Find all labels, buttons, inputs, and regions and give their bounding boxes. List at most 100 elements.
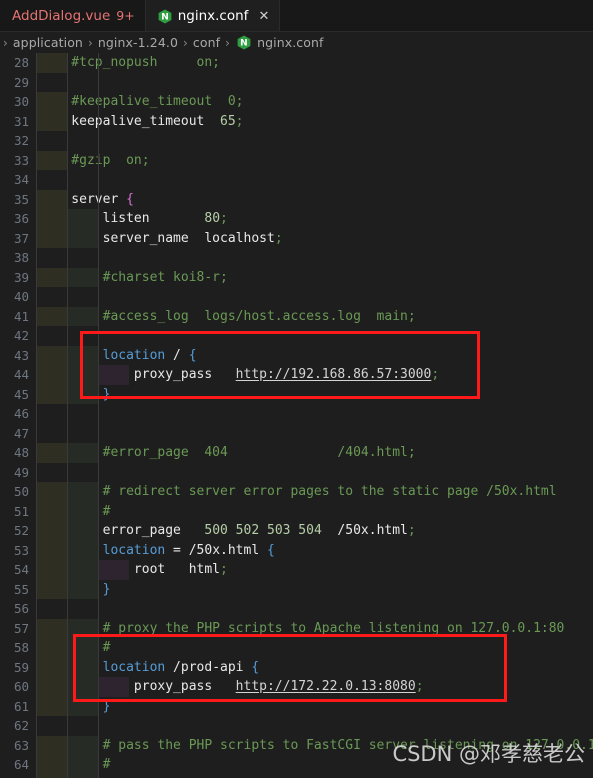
code-line-content[interactable]: #location ~ \.php$ { [36, 775, 593, 778]
code-line[interactable]: 58 # [0, 638, 593, 658]
code-line[interactable]: 46 [0, 404, 593, 424]
code-line-content[interactable] [36, 326, 593, 346]
code-line-content[interactable] [36, 463, 593, 483]
code-line-content[interactable]: } [36, 580, 593, 600]
code-line[interactable]: 33 #gzip on; [0, 150, 593, 171]
code-line-content[interactable]: #access_log logs/host.access.log main; [36, 307, 593, 327]
breadcrumb-item-application[interactable]: application [13, 35, 83, 50]
code-line[interactable]: 31 keepalive_timeout 65; [0, 111, 593, 132]
code-line[interactable]: 51 # [0, 501, 593, 522]
breadcrumb-item-nginx-conf[interactable]: nginx.conf [257, 35, 323, 50]
code-line[interactable]: 61 } [0, 696, 593, 717]
code-line-content[interactable]: # redirect server error pages to the sta… [36, 482, 593, 502]
breadcrumb-item-nginx-1-24-0[interactable]: nginx-1.24.0 [98, 35, 178, 50]
code-token[interactable]: http://172.22.0.13:8080 [236, 679, 416, 694]
code-line-content[interactable]: } [36, 385, 593, 405]
code-line[interactable]: 53 location = /50x.html { [0, 540, 593, 561]
code-line[interactable]: 43 location / { [0, 345, 593, 366]
code-line[interactable]: 30 #keepalive_timeout 0; [0, 92, 593, 112]
code-token: { [266, 542, 275, 558]
indent-guide [36, 53, 37, 778]
code-line-content[interactable] [36, 73, 593, 93]
code-line-content[interactable] [36, 424, 593, 444]
code-line[interactable]: 56 [0, 599, 593, 619]
tab-adddialog-vue[interactable]: AddDialog.vue 9+ [0, 0, 146, 31]
code-line[interactable]: 52 error_page 500 502 503 504 /50x.html; [0, 521, 593, 541]
code-line[interactable]: 36 listen 80; [0, 209, 593, 229]
code-line-content[interactable]: root html; [36, 560, 593, 580]
close-icon[interactable]: ✕ [258, 10, 269, 23]
line-number: 45 [13, 386, 29, 402]
code-line-content[interactable]: location = /50x.html { [36, 541, 593, 561]
code-token: } [102, 698, 111, 714]
code-line-content[interactable]: listen 80; [36, 209, 593, 229]
code-line-content[interactable]: server { [36, 190, 593, 210]
tab-nginx-conf[interactable]: N nginx.conf ✕ [145, 0, 281, 31]
code-line-content[interactable] [36, 404, 593, 424]
code-line-content[interactable]: error_page 500 502 503 504 /50x.html; [36, 521, 593, 541]
breadcrumb-item-conf[interactable]: conf [193, 35, 220, 50]
code-line-content[interactable]: keepalive_timeout 65; [36, 112, 593, 132]
code-line-content[interactable] [36, 599, 593, 619]
code-editor[interactable]: 28 #tcp_nopush on; 29 30 #keepalive_timeou… [0, 53, 593, 778]
code-token: server_name localhost [40, 230, 275, 246]
code-line-content[interactable]: #keepalive_timeout 0; [36, 92, 593, 112]
code-line[interactable]: 55 } [0, 579, 593, 600]
code-line-content[interactable] [36, 170, 593, 190]
code-line[interactable]: 37 server_name localhost; [0, 228, 593, 249]
code-line[interactable]: 41 #access_log logs/host.access.log main… [0, 306, 593, 327]
code-line-content[interactable]: # proxy the PHP scripts to Apache listen… [36, 619, 593, 639]
code-line-content[interactable]: #error_page 404 /404.html; [36, 443, 593, 463]
code-line[interactable]: 47 [0, 424, 593, 444]
code-line-content[interactable]: # [36, 638, 593, 658]
code-line[interactable]: 65 #location ~ \.php$ { [0, 774, 593, 778]
code-line[interactable]: 50 # redirect server error pages to the … [0, 482, 593, 502]
line-number: 43 [13, 347, 29, 363]
code-line-content[interactable]: proxy_pass http://192.168.86.57:3000; [36, 365, 593, 385]
line-number: 36 [13, 211, 29, 226]
line-number: 63 [13, 737, 29, 753]
code-line[interactable]: 34 [0, 170, 593, 190]
svg-text:N: N [240, 39, 248, 49]
code-line-content[interactable]: location / { [36, 346, 593, 366]
code-line[interactable]: 62 [0, 716, 593, 736]
code-line-content[interactable]: server_name localhost; [36, 229, 593, 249]
code-line[interactable]: 40 [0, 287, 593, 307]
code-line[interactable]: 48 #error_page 404 /404.html; [0, 443, 593, 463]
code-line[interactable]: 60 proxy_pass http://172.22.0.13:8080; [0, 677, 593, 697]
code-line-content[interactable] [36, 716, 593, 736]
code-line[interactable]: 54 root html; [0, 560, 593, 580]
code-line-content[interactable] [36, 248, 593, 268]
editor-tab-bar: AddDialog.vue 9+ N nginx.conf ✕ [0, 0, 593, 32]
code-line[interactable]: 35 server { [0, 189, 593, 210]
code-line-content[interactable]: # [36, 502, 593, 522]
code-line-content[interactable]: } [36, 697, 593, 717]
code-token: 500 502 503 504 [204, 523, 322, 538]
code-line[interactable]: 44 proxy_pass http://192.168.86.57:3000; [0, 365, 593, 385]
code-line-content[interactable]: #tcp_nopush on; [36, 53, 593, 73]
code-token[interactable]: http://192.168.86.57:3000 [236, 367, 432, 382]
line-number: 49 [13, 464, 29, 480]
code-line[interactable]: 59 location /prod-api { [0, 657, 593, 678]
code-line-content[interactable] [36, 131, 593, 151]
code-line-content[interactable]: location /prod-api { [36, 658, 593, 678]
code-token: = /50x.html [165, 542, 267, 558]
code-line[interactable]: 45 } [0, 384, 593, 405]
code-line[interactable]: 57 # proxy the PHP scripts to Apache lis… [0, 618, 593, 639]
code-line-content[interactable]: #charset koi8-r; [36, 268, 593, 288]
code-line-content[interactable] [36, 287, 593, 307]
code-line-content[interactable]: proxy_pass http://172.22.0.13:8080; [36, 677, 593, 697]
line-number: 41 [13, 308, 29, 324]
code-line[interactable]: 49 [0, 463, 593, 483]
code-line[interactable]: 32 [0, 131, 593, 151]
code-line[interactable]: 39 #charset koi8-r; [0, 267, 593, 288]
code-token: # [40, 757, 111, 772]
watermark: CSDN @邓孝慈老公 [392, 742, 585, 766]
code-line-content[interactable]: #gzip on; [36, 151, 593, 171]
line-number: 62 [13, 718, 29, 733]
code-line[interactable]: 29 [0, 73, 593, 93]
code-line[interactable]: 38 [0, 248, 593, 268]
code-line[interactable]: 28 #tcp_nopush on; [0, 53, 593, 73]
code-line[interactable]: 42 [0, 326, 593, 346]
